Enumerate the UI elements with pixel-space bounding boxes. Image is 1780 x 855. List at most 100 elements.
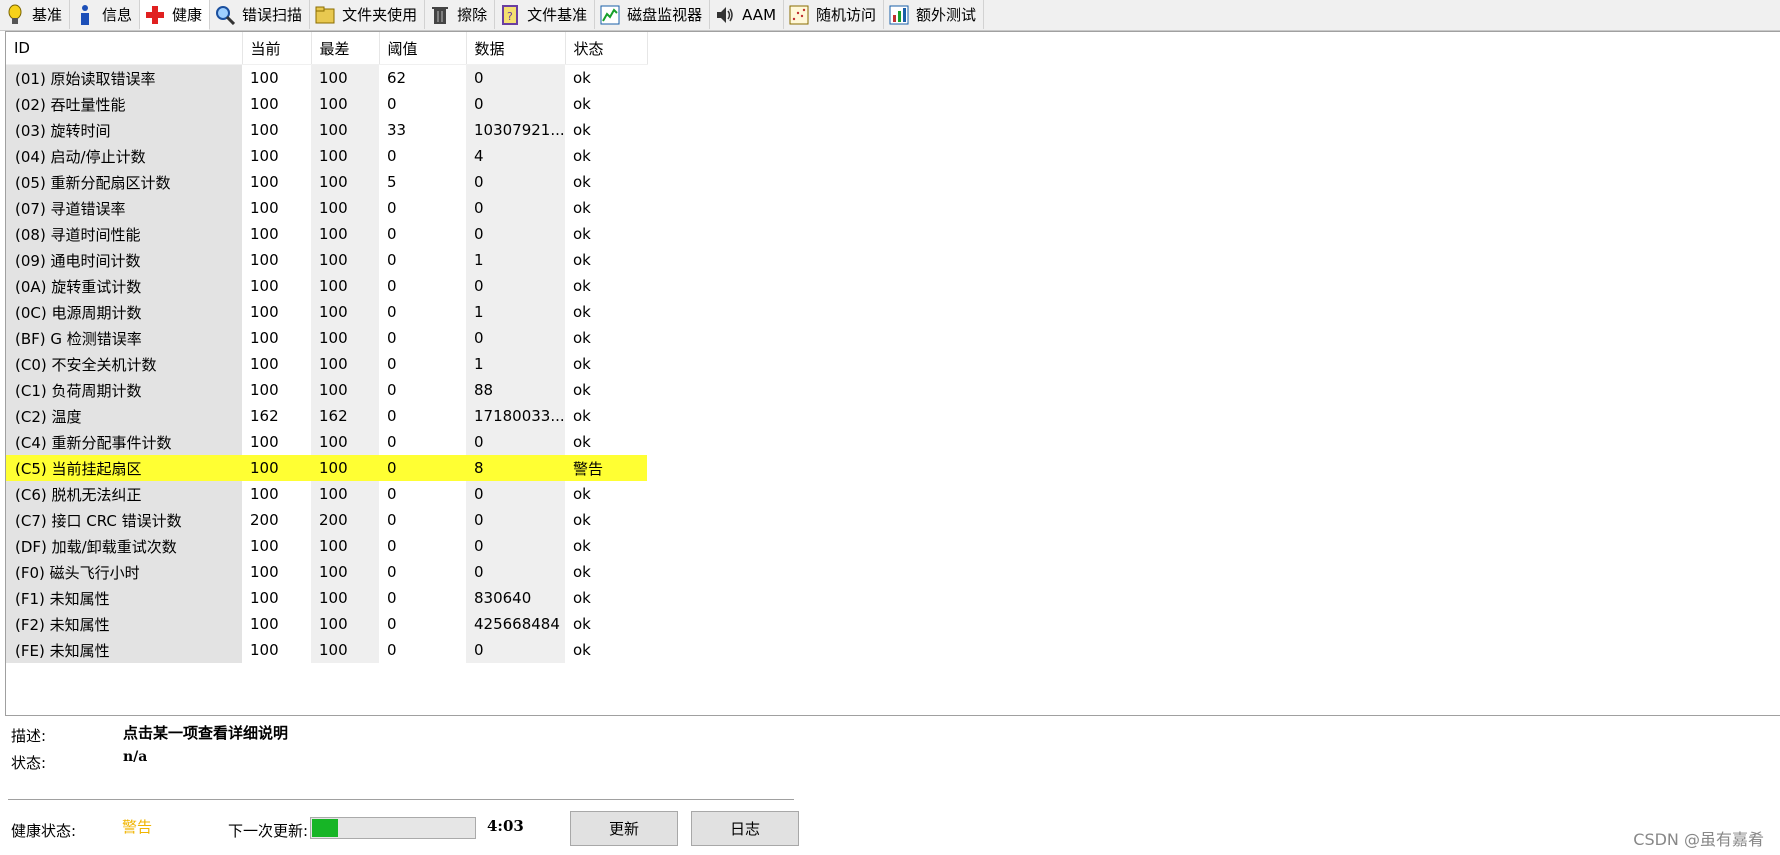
cell-status: ok <box>573 485 591 503</box>
tab-extra-tests[interactable]: 额外测试 <box>884 0 985 29</box>
cell-worst: 100 <box>311 455 379 481</box>
cell-attribute-id: (C2) 温度 <box>6 403 242 429</box>
tab-folder-usage[interactable]: 文件夹使用 <box>310 0 426 29</box>
table-row[interactable]: (F2) 未知属性 100 100 0 425668484 ok <box>6 611 647 637</box>
description-value: 点击某一项查看详细说明 <box>123 724 289 742</box>
table-row[interactable]: (C2) 温度 162 162 0 17180033... ok <box>6 403 647 429</box>
cell-status: ok <box>573 225 591 243</box>
tab-random-access[interactable]: 随机访问 <box>784 0 885 29</box>
cell-data: 0 <box>466 64 565 91</box>
cell-status: ok <box>573 95 591 113</box>
table-row[interactable]: (04) 启动/停止计数 100 100 0 4 ok <box>6 143 647 169</box>
cell-threshold: 0 <box>387 355 397 373</box>
table-row[interactable]: (F1) 未知属性 100 100 0 830640 ok <box>6 585 647 611</box>
table-row[interactable]: (C1) 负荷周期计数 100 100 0 88 ok <box>6 377 647 403</box>
column-header-id[interactable]: ID <box>6 32 243 65</box>
tab-health[interactable]: 健康 <box>140 0 211 30</box>
disk-monitor-icon <box>599 4 621 26</box>
cell-threshold: 0 <box>387 563 397 581</box>
tab-aam[interactable]: AAM <box>710 0 785 29</box>
log-button[interactable]: 日志 <box>691 811 799 846</box>
cell-data: 830640 <box>466 585 565 611</box>
cell-worst: 100 <box>311 273 379 299</box>
cell-threshold: 0 <box>387 95 397 113</box>
cell-worst: 162 <box>311 403 379 429</box>
cell-attribute-id: (C5) 当前挂起扇区 <box>6 455 242 481</box>
table-row[interactable]: (C7) 接口 CRC 错误计数 200 200 0 0 ok <box>6 507 647 533</box>
column-header-current[interactable]: 当前 <box>242 32 312 65</box>
cell-current: 100 <box>250 251 279 269</box>
file-benchmark-icon: ? <box>499 4 521 26</box>
cell-current: 100 <box>250 329 279 347</box>
cell-worst: 100 <box>311 377 379 403</box>
column-header-data[interactable]: 数据 <box>466 32 566 65</box>
cell-worst: 100 <box>311 169 379 195</box>
cell-attribute-id: (04) 启动/停止计数 <box>6 143 242 169</box>
tab-label: 文件基准 <box>527 6 588 24</box>
cell-status: ok <box>573 355 591 373</box>
tab-erase[interactable]: 擦除 <box>425 0 496 29</box>
cell-worst: 100 <box>311 221 379 247</box>
cell-current: 100 <box>242 455 311 481</box>
cell-status: ok <box>573 147 591 165</box>
table-row[interactable]: (02) 吞吐量性能 100 100 0 0 ok <box>6 91 647 117</box>
refresh-button[interactable]: 更新 <box>570 811 678 846</box>
cell-current: 100 <box>250 563 279 581</box>
table-row[interactable]: (C5) 当前挂起扇区 100 100 0 8 警告 <box>6 455 647 481</box>
table-row[interactable]: (DF) 加载/卸载重试次数 100 100 0 0 ok <box>6 533 647 559</box>
table-row[interactable]: (F0) 磁头飞行小时 100 100 0 0 ok <box>6 559 647 585</box>
smart-attributes-table: ID 当前 最差 阈值 数据 状态 (01) 原始读取错误率 100 100 62 0 o… <box>6 32 648 663</box>
cell-attribute-id: (FE) 未知属性 <box>6 637 242 663</box>
cell-data: 0 <box>466 481 565 507</box>
table-row[interactable]: (BF) G 检测错误率 100 100 0 0 ok <box>6 325 647 351</box>
cell-threshold: 0 <box>387 537 397 555</box>
cell-worst: 100 <box>311 247 379 273</box>
tab-disk-monitor[interactable]: 磁盘监视器 <box>595 0 711 29</box>
cell-threshold: 0 <box>387 407 397 425</box>
tab-label: 健康 <box>172 6 203 24</box>
countdown-timer: 4:03 <box>487 817 524 835</box>
table-row[interactable]: (05) 重新分配扇区计数 100 100 5 0 ok <box>6 169 647 195</box>
table-row[interactable]: (C0) 不安全关机计数 100 100 0 1 ok <box>6 351 647 377</box>
tab-benchmark[interactable]: 基准 <box>0 0 71 29</box>
tab-label: 文件夹使用 <box>342 6 418 24</box>
table-row[interactable]: (09) 通电时间计数 100 100 0 1 ok <box>6 247 647 273</box>
cell-worst: 100 <box>311 481 379 507</box>
table-row[interactable]: (C6) 脱机无法纠正 100 100 0 0 ok <box>6 481 647 507</box>
table-row[interactable]: (0A) 旋转重试计数 100 100 0 0 ok <box>6 273 647 299</box>
cell-threshold: 33 <box>387 121 407 139</box>
table-row[interactable]: (01) 原始读取错误率 100 100 62 0 ok <box>6 64 647 91</box>
cell-data: 1 <box>466 351 565 377</box>
table-row[interactable]: (07) 寻道错误率 100 100 0 0 ok <box>6 195 647 221</box>
cell-data: 0 <box>466 325 565 351</box>
cell-data: 1 <box>466 299 565 325</box>
cell-attribute-id: (F2) 未知属性 <box>6 611 242 637</box>
cell-data: 0 <box>466 273 565 299</box>
cell-data: 0 <box>466 91 565 117</box>
column-header-status[interactable]: 状态 <box>565 32 648 65</box>
tab-file-benchmark[interactable]: ? 文件基准 <box>495 0 596 29</box>
cell-status: ok <box>573 303 591 321</box>
trash-icon <box>429 4 451 26</box>
column-header-worst[interactable]: 最差 <box>311 32 380 65</box>
cell-data: 0 <box>466 507 565 533</box>
cell-worst: 100 <box>311 429 379 455</box>
tab-info[interactable]: 信息 <box>70 0 141 29</box>
health-status-label: 健康状态: <box>11 822 77 840</box>
cell-current: 100 <box>250 485 279 503</box>
cell-data: 88 <box>466 377 565 403</box>
table-row[interactable]: (C4) 重新分配事件计数 100 100 0 0 ok <box>6 429 647 455</box>
table-row[interactable]: (03) 旋转时间 100 100 33 10307921... ok <box>6 117 647 143</box>
table-row[interactable]: (08) 寻道时间性能 100 100 0 0 ok <box>6 221 647 247</box>
watermark: CSDN @虽有嘉肴 <box>1633 830 1764 849</box>
table-row[interactable]: (0C) 电源周期计数 100 100 0 1 ok <box>6 299 647 325</box>
table-row[interactable]: (FE) 未知属性 100 100 0 0 ok <box>6 637 647 663</box>
tab-error-scan[interactable]: 错误扫描 <box>210 0 311 29</box>
column-header-threshold[interactable]: 阈值 <box>379 32 467 65</box>
cell-threshold: 0 <box>387 225 397 243</box>
tab-label: 额外测试 <box>916 6 977 24</box>
cell-attribute-id: (DF) 加载/卸载重试次数 <box>6 533 242 559</box>
next-update-label: 下一次更新: <box>228 822 309 840</box>
cell-current: 162 <box>250 407 279 425</box>
svg-text:?: ? <box>507 10 513 23</box>
